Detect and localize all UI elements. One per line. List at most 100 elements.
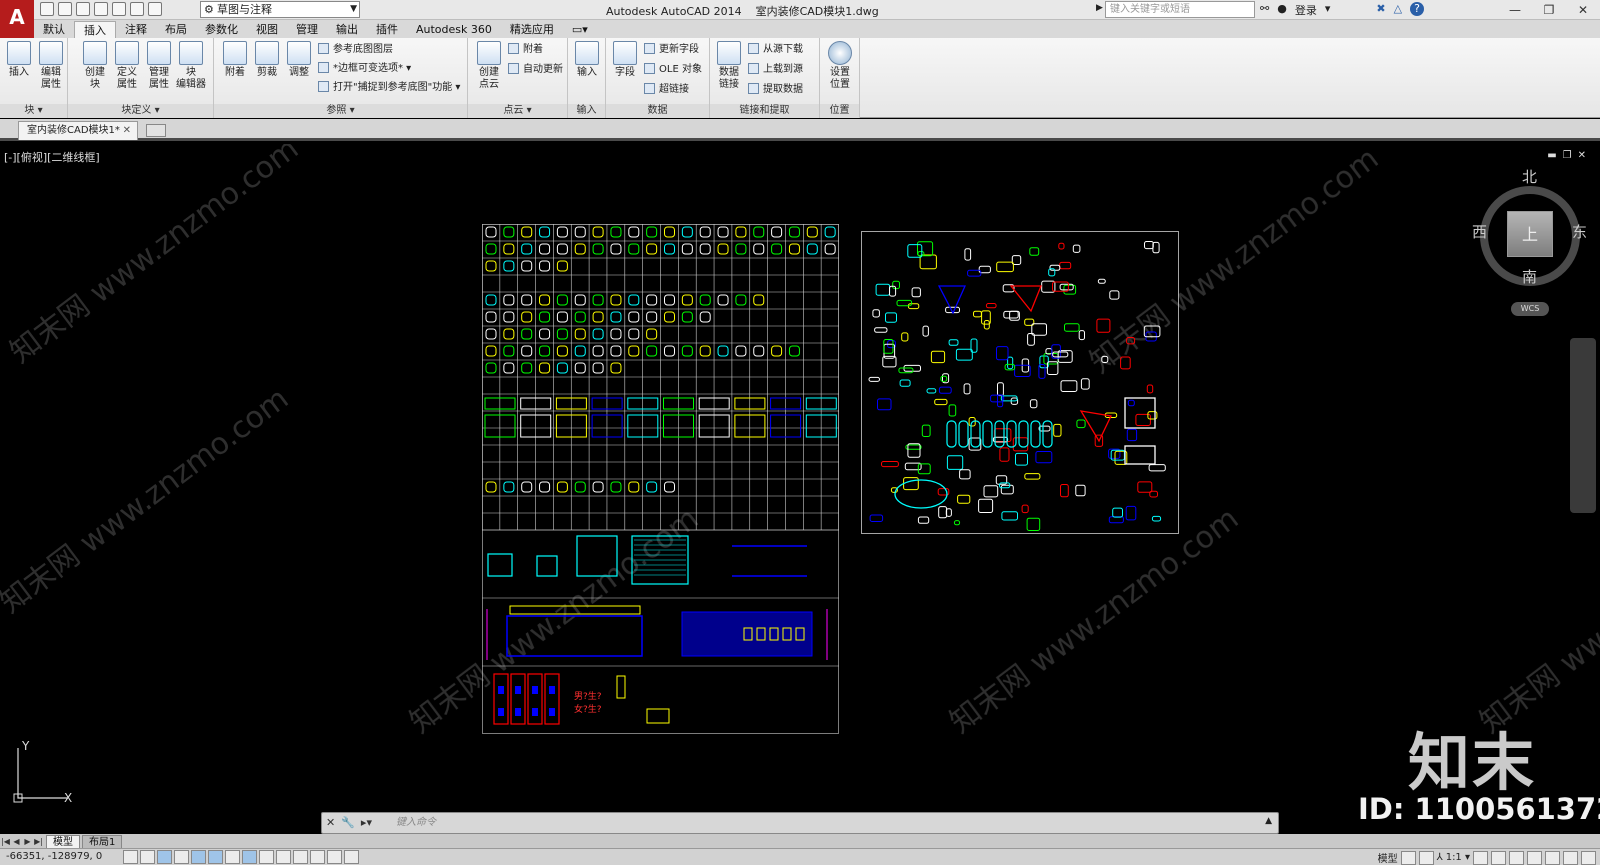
insert-block-button[interactable]: 插入: [4, 41, 34, 79]
panel-title-block-definition[interactable]: 块定义 ▾: [68, 104, 213, 118]
open-file-icon[interactable]: [58, 2, 72, 16]
application-menu-button[interactable]: A: [0, 0, 34, 38]
transparency-toggle-icon[interactable]: [310, 850, 325, 864]
ribbon-tab[interactable]: Autodesk 360: [407, 21, 501, 38]
new-tab-button[interactable]: [146, 124, 166, 137]
lineweight-toggle-icon[interactable]: [293, 850, 308, 864]
file-tab[interactable]: 室内装修CAD模块1* ✕: [18, 121, 138, 140]
undo-icon[interactable]: [130, 2, 144, 16]
ole-object-button[interactable]: OLE 对象: [644, 63, 702, 77]
save-icon[interactable]: [76, 2, 90, 16]
ribbon-tab[interactable]: 默认: [34, 21, 74, 38]
ribbon-tab[interactable]: 视图: [247, 21, 287, 38]
snap-mode-toggle-icon[interactable]: [140, 850, 155, 864]
new-file-icon[interactable]: [40, 2, 54, 16]
ribbon-minimize-icon[interactable]: ▭▾: [563, 21, 597, 38]
help-icon[interactable]: ?: [1410, 2, 1425, 16]
frame-variable-dropdown[interactable]: *边框可变选项* ▾: [318, 62, 411, 76]
tab-layout1[interactable]: 布局1: [82, 835, 123, 848]
viewport-minimize-icon[interactable]: ▬: [1547, 150, 1556, 161]
hardware-acceleration-icon[interactable]: [1545, 850, 1560, 865]
field-button[interactable]: 字段: [610, 41, 640, 79]
cad-block-sheet-right[interactable]: [861, 231, 1179, 534]
viewcube[interactable]: 上 北 南 东 西: [1472, 168, 1587, 294]
panel-title-point-cloud[interactable]: 点云 ▾: [468, 104, 567, 118]
drawing-area[interactable]: [-][俯视][二维线框] ▬ ❐ ✕ 知末网 www.znzmo.com 知末…: [0, 144, 1600, 826]
upload-to-source-button[interactable]: 上载到源: [748, 63, 803, 77]
binoculars-icon[interactable]: ⚯: [1260, 2, 1269, 18]
annotation-visibility-icon[interactable]: [1473, 850, 1488, 865]
minimize-button[interactable]: —: [1498, 0, 1532, 20]
edit-attribute-button[interactable]: 编辑 属性: [36, 41, 66, 91]
ribbon-tab[interactable]: 插件: [367, 21, 407, 38]
next-layout-icon[interactable]: ▶: [22, 836, 33, 848]
workspace-switcher[interactable]: ⚙ 草图与注释 ▼: [200, 1, 360, 18]
compass-north[interactable]: 北: [1522, 166, 1537, 187]
save-as-icon[interactable]: [94, 2, 108, 16]
lock-icon[interactable]: [1527, 850, 1542, 865]
data-link-button[interactable]: 数据 链接: [714, 41, 744, 91]
dynamic-input-toggle-icon[interactable]: [276, 850, 291, 864]
cad-block-sheet-left[interactable]: 男?生? 女?生?: [482, 224, 839, 734]
workspace-switch-icon[interactable]: [1509, 850, 1524, 865]
compass-east[interactable]: 东: [1572, 221, 1587, 242]
signin-button[interactable]: 登录: [1295, 2, 1317, 18]
command-line[interactable]: ✕ 🔧 ▸▾ 键入命令 ▲: [321, 812, 1279, 834]
user-icon[interactable]: ●: [1277, 2, 1287, 18]
panel-title-reference[interactable]: 参照 ▾: [214, 104, 467, 118]
a360-icon[interactable]: △: [1394, 2, 1402, 18]
exchange-icon[interactable]: ✖: [1376, 2, 1385, 18]
create-point-cloud-button[interactable]: 创建 点云: [474, 41, 504, 91]
3d-object-snap-toggle-icon[interactable]: [225, 850, 240, 864]
quick-view-layouts-icon[interactable]: [1400, 850, 1416, 865]
recent-commands-icon[interactable]: ▸▾: [361, 816, 372, 829]
viewport-controls-label[interactable]: [-][俯视][二维线框]: [4, 149, 100, 165]
restore-button[interactable]: ❐: [1532, 0, 1566, 20]
command-history-expand-icon[interactable]: ▲: [1265, 816, 1272, 826]
annotation-scale-icon[interactable]: ⅄: [1437, 852, 1443, 863]
point-cloud-attach-button[interactable]: 附着: [508, 43, 543, 57]
ortho-mode-toggle-icon[interactable]: [174, 850, 189, 864]
command-input[interactable]: 键入命令: [396, 815, 1256, 831]
hyperlink-button[interactable]: 超链接: [644, 83, 689, 97]
ribbon-tab[interactable]: 插入: [74, 21, 116, 38]
polar-tracking-toggle-icon[interactable]: [191, 850, 206, 864]
block-editor-button[interactable]: 块 编辑器: [176, 41, 206, 91]
compass-south[interactable]: 南: [1522, 266, 1537, 287]
navigation-bar[interactable]: [1570, 338, 1596, 513]
signin-dropdown-icon[interactable]: ▾: [1325, 2, 1331, 18]
underlay-layers-button[interactable]: 参考底图图层: [318, 43, 393, 57]
model-space-button[interactable]: 模型: [1378, 850, 1398, 865]
redo-icon[interactable]: [148, 2, 162, 16]
infer-constraints-toggle-icon[interactable]: [123, 850, 138, 864]
clean-screen-icon[interactable]: [1581, 850, 1596, 865]
tab-model[interactable]: 模型: [46, 835, 80, 848]
search-input[interactable]: 键入关键字或短语: [1105, 1, 1255, 18]
prev-layout-icon[interactable]: ◀: [11, 836, 22, 848]
close-command-line-icon[interactable]: ✕: [326, 816, 335, 829]
extract-data-button[interactable]: 提取数据: [748, 83, 803, 97]
panel-title-block[interactable]: 块 ▾: [0, 104, 67, 118]
coordinate-readout[interactable]: -66351, -128979, 0: [6, 851, 102, 862]
object-snap-tracking-toggle-icon[interactable]: [242, 850, 257, 864]
first-layout-icon[interactable]: |◀: [0, 836, 11, 848]
close-tab-icon[interactable]: ✕: [123, 122, 131, 140]
search-expand-icon[interactable]: ▶: [1096, 3, 1103, 13]
wrench-icon[interactable]: 🔧: [341, 816, 355, 829]
auto-update-button[interactable]: 自动更新: [508, 63, 563, 77]
ribbon-tab[interactable]: 参数化: [196, 21, 247, 38]
create-block-button[interactable]: 创建 块: [80, 41, 110, 91]
ribbon-tab[interactable]: 精选应用: [501, 21, 563, 38]
adjust-button[interactable]: 调整: [284, 41, 314, 79]
ribbon-tab[interactable]: 注释: [116, 21, 156, 38]
download-from-source-button[interactable]: 从源下载: [748, 43, 803, 57]
viewport-restore-icon[interactable]: ❐: [1563, 150, 1572, 161]
last-layout-icon[interactable]: ▶|: [33, 836, 44, 848]
attach-button[interactable]: 附着: [220, 41, 250, 79]
define-attribute-button[interactable]: 定义 属性: [112, 41, 142, 91]
compass-west[interactable]: 西: [1472, 221, 1487, 242]
object-snap-toggle-icon[interactable]: [208, 850, 223, 864]
grid-display-toggle-icon[interactable]: [157, 850, 172, 864]
close-button[interactable]: ✕: [1566, 0, 1600, 20]
import-button[interactable]: 输入: [572, 41, 602, 79]
